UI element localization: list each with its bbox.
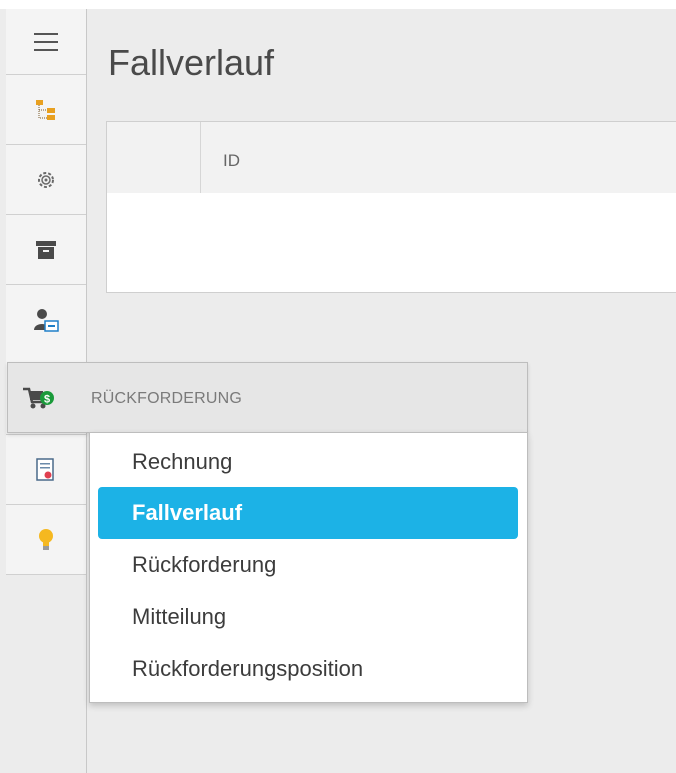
svg-text:$: $ bbox=[44, 394, 50, 406]
menu-item-fallverlauf[interactable]: Fallverlauf bbox=[98, 487, 518, 539]
column-separator bbox=[200, 122, 201, 193]
sidebar-item-settings[interactable] bbox=[6, 144, 86, 214]
page-title: Fallverlauf bbox=[108, 42, 275, 83]
gear-icon bbox=[38, 171, 54, 188]
sidebar-item-ideas[interactable] bbox=[6, 504, 86, 574]
sidebar-item-invoice[interactable] bbox=[6, 434, 86, 504]
menu-item-rueckforderung[interactable]: Rückforderung bbox=[98, 539, 518, 591]
folder-tree-icon bbox=[36, 99, 55, 120]
lightbulb-icon bbox=[39, 528, 53, 550]
money-cart-icon: $ bbox=[21, 384, 57, 417]
menu-button[interactable] bbox=[6, 9, 86, 74]
window-top-strip bbox=[0, 0, 676, 9]
archive-box-icon bbox=[36, 240, 56, 259]
data-grid: ID bbox=[106, 121, 676, 293]
document-icon bbox=[36, 457, 54, 481]
column-header-id[interactable]: ID bbox=[223, 151, 240, 171]
menu-item-rechnung[interactable]: Rechnung bbox=[98, 436, 518, 488]
grid-header: ID bbox=[107, 122, 676, 193]
hamburger-menu-icon bbox=[34, 32, 58, 51]
sidebar-item-archive[interactable] bbox=[6, 214, 86, 284]
flyout-header-label: RÜCKFORDERUNG bbox=[91, 390, 243, 407]
menu-item-mitteilung[interactable]: Mitteilung bbox=[98, 591, 518, 643]
flyout-menu: Rechnung Fallverlauf Rückforderung Mitte… bbox=[89, 432, 528, 703]
user-card-icon bbox=[34, 308, 59, 332]
sidebar-item-hierarchy[interactable] bbox=[6, 74, 86, 144]
sidebar-bottom-border bbox=[6, 574, 86, 575]
sidebar-item-user[interactable] bbox=[6, 284, 86, 354]
flyout-header[interactable]: $ RÜCKFORDERUNG bbox=[7, 362, 528, 433]
menu-item-rueckforderungsposition[interactable]: Rückforderungsposition bbox=[98, 643, 518, 695]
